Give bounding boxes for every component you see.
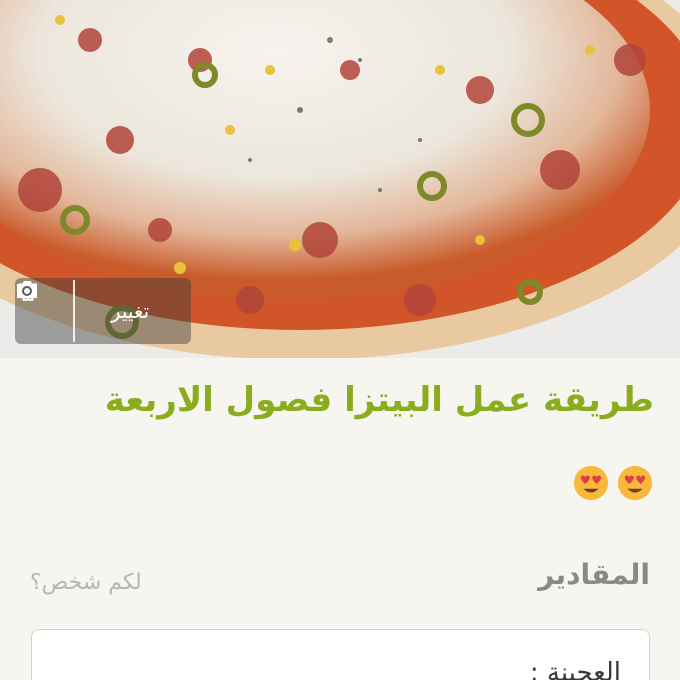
recipe-photo: تغيير <box>0 0 680 358</box>
heart-eyes-emoji-icon <box>617 465 653 501</box>
heart-eyes-emoji-icon <box>573 465 609 501</box>
ingredients-heading: المقادير <box>538 558 650 591</box>
change-photo-button[interactable]: تغيير <box>17 278 191 344</box>
change-photo-label: تغيير <box>110 299 150 323</box>
photo-toolbar: تغيير <box>15 278 191 344</box>
ingredient-text: العجينة : <box>529 658 621 680</box>
ingredient-input[interactable]: العجينة : <box>31 629 650 680</box>
servings-input[interactable]: لكم شخص؟ <box>30 570 142 595</box>
title-emoji <box>572 464 654 502</box>
recipe-title[interactable]: طريقة عمل البيتزا فصول الاربعة <box>34 378 654 422</box>
